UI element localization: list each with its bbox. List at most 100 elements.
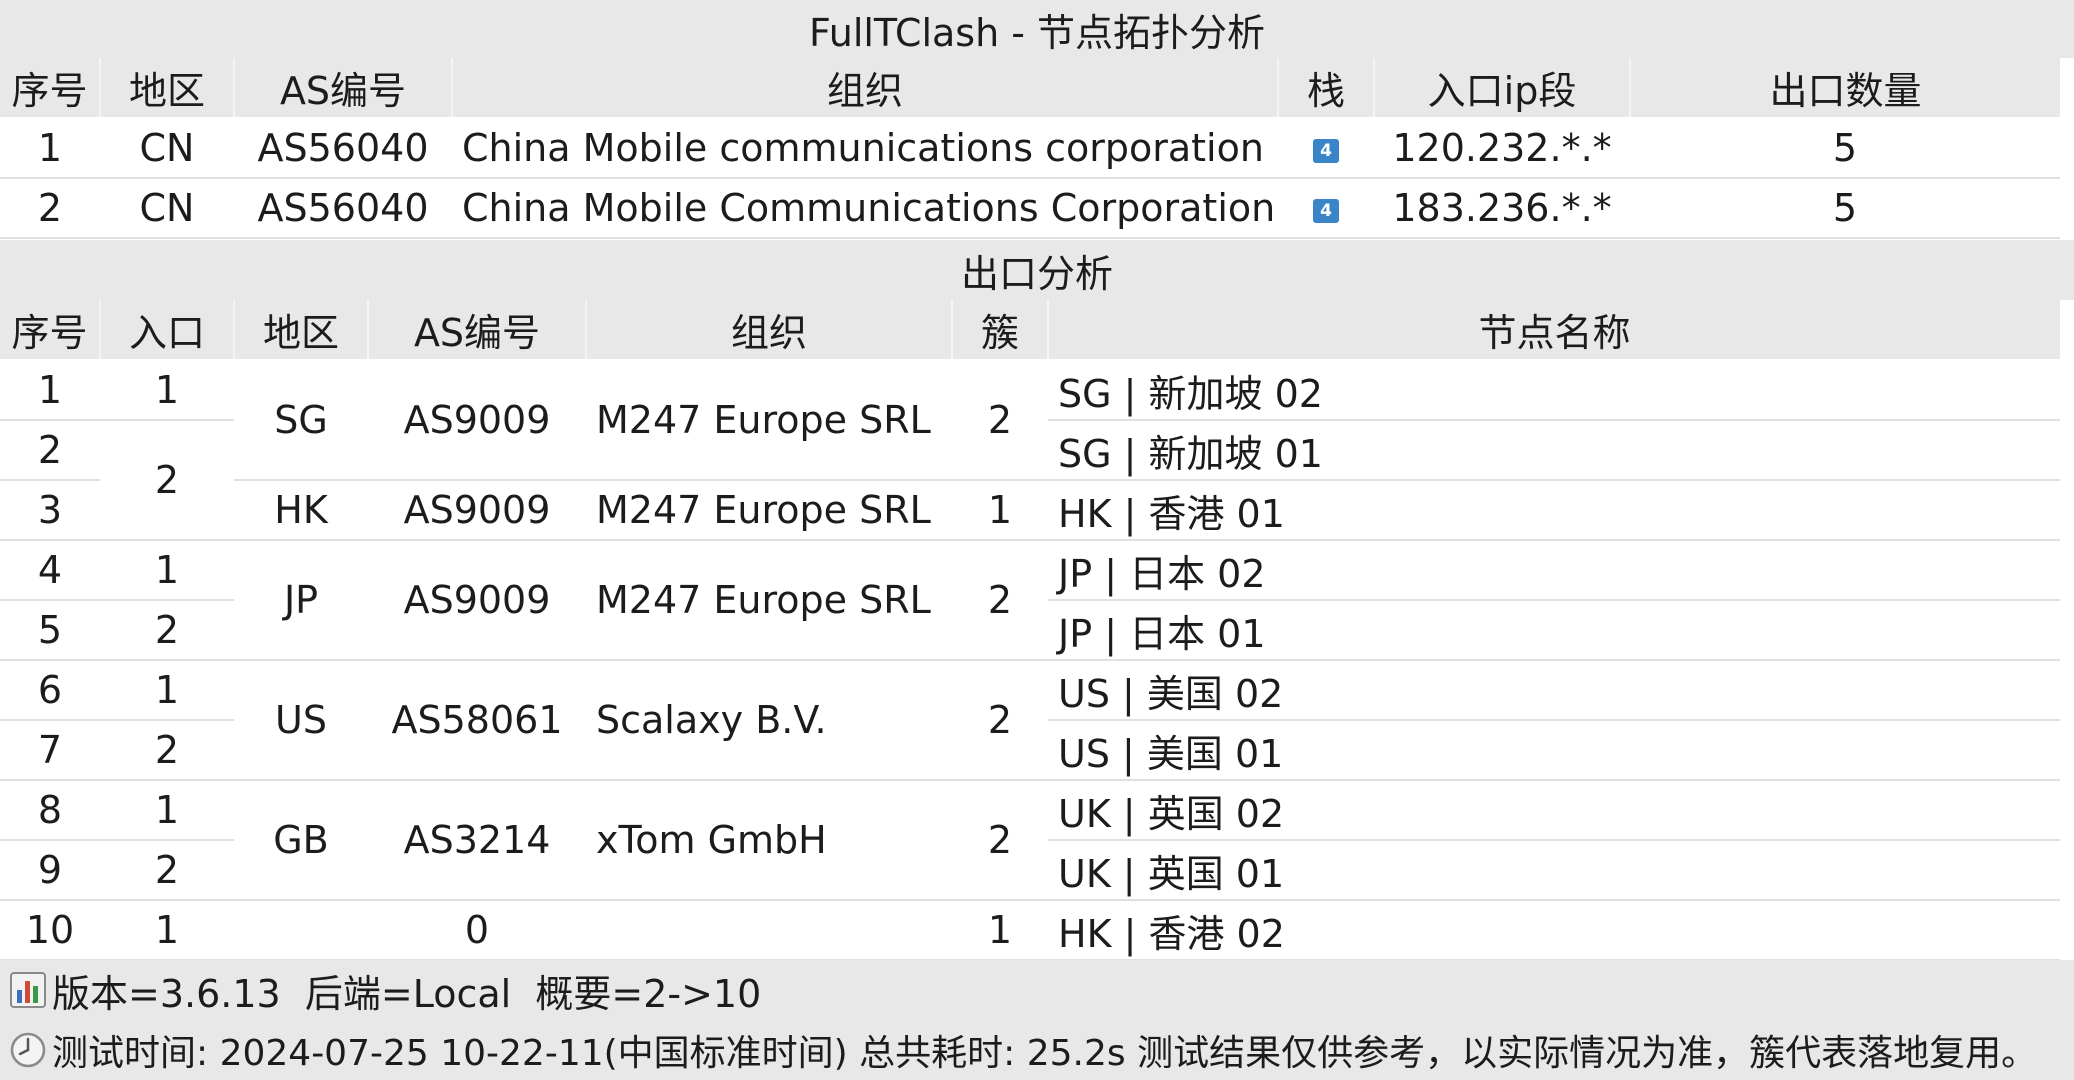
- exit-table: 序号 入口 地区 AS编号 组织 簇 节点名称 1 1 SG AS9009 M2…: [0, 300, 2060, 961]
- node-name-cell: HK | 香港 02: [1048, 900, 2060, 961]
- exit-section-title: 出口分析: [0, 240, 2074, 300]
- entry-cell: 2: [100, 600, 234, 661]
- region-cell: JP: [234, 540, 368, 661]
- entry-cell: 2: [100, 720, 234, 781]
- exit-header-row: 序号 入口 地区 AS编号 组织 簇 节点名称: [0, 300, 2060, 361]
- column-header: 入口ip段: [1374, 58, 1631, 119]
- topology-header-row: 序号 地区 AS编号 组织 栈 入口ip段 出口数量: [0, 58, 2060, 119]
- org-cell: M247 Europe SRL: [586, 360, 952, 481]
- row-number: 8: [0, 780, 100, 841]
- table-row: 4 1 JP AS9009 M247 Europe SRL 2 JP | 日本 …: [0, 540, 2060, 661]
- region-cell: GB: [234, 780, 368, 901]
- node-name-cell: UK | 英国 01: [1048, 840, 2060, 901]
- entry-cell: 2: [100, 420, 234, 541]
- node-name-cell: HK | 香港 01: [1048, 480, 2060, 541]
- cluster-cell: 1: [952, 900, 1048, 961]
- column-header: 出口数量: [1630, 58, 2060, 119]
- cluster-cell: 1: [952, 480, 1048, 541]
- column-header: 节点名称: [1048, 300, 2060, 361]
- org-cell: China Mobile communications corporation: [452, 118, 1278, 179]
- region-cell: SG: [234, 360, 368, 481]
- ip-segment-cell: 183.236.*.*: [1374, 178, 1630, 239]
- region-cell: US: [234, 660, 368, 781]
- ip-segment-cell: 120.232.*.*: [1374, 118, 1630, 179]
- asn-cell: AS9009: [368, 480, 586, 541]
- column-header: 入口: [100, 300, 235, 361]
- entry-cell: 1: [100, 780, 234, 841]
- row-number: 4: [0, 540, 100, 601]
- stack-cell: 4: [1278, 178, 1374, 239]
- asn-cell: AS56040: [234, 118, 452, 179]
- exit-count-cell: 5: [1630, 118, 2060, 179]
- asn-cell: AS9009: [368, 360, 586, 481]
- asn-cell: AS58061: [368, 660, 586, 781]
- asn-cell: AS56040: [234, 178, 452, 239]
- table-row: 8 1 GB AS3214 xTom GmbH 2 UK | 英国 02: [0, 780, 2060, 901]
- node-name-cell: UK | 英国 02: [1048, 780, 2060, 841]
- column-header: 地区: [234, 300, 369, 361]
- cluster-cell: 2: [952, 660, 1048, 781]
- exit-count-cell: 5: [1630, 178, 2060, 239]
- version-summary-text: 版本=3.6.13 后端=Local 概要=2->10: [52, 971, 762, 1016]
- test-time-footer: 测试时间: 2024-07-25 10-22-11(中国标准时间) 总共耗时: …: [0, 1020, 2074, 1080]
- column-header: 簇: [952, 300, 1049, 361]
- row-number: 1: [0, 118, 100, 179]
- row-number: 2: [0, 420, 100, 481]
- row-number: 6: [0, 660, 100, 721]
- entry-cell: 1: [100, 900, 234, 961]
- column-header: 组织: [452, 58, 1279, 119]
- page-title: FullTClash - 节点拓扑分析: [0, 0, 2074, 58]
- org-cell: M247 Europe SRL: [586, 540, 952, 661]
- stack-cell: 4: [1278, 118, 1374, 179]
- cluster-cell: 2: [952, 360, 1048, 481]
- entry-cell: 1: [100, 540, 234, 601]
- asn-cell: AS9009: [368, 540, 586, 661]
- row-number: 1: [0, 360, 100, 421]
- row-number: 2: [0, 178, 100, 239]
- row-number: 9: [0, 840, 100, 901]
- asn-cell: 0: [368, 900, 586, 961]
- table-row: 1 CN AS56040 China Mobile communications…: [0, 118, 2060, 179]
- node-name-cell: SG | 新加坡 01: [1048, 420, 2060, 481]
- ipv4-badge-icon: 4: [1313, 138, 1339, 163]
- topology-table: 序号 地区 AS编号 组织 栈 入口ip段 出口数量 1 CN AS56040 …: [0, 58, 2060, 239]
- column-header: AS编号: [368, 300, 587, 361]
- node-name-cell: JP | 日本 02: [1048, 540, 2060, 601]
- table-row: 2 CN AS56040 China Mobile Communications…: [0, 178, 2060, 239]
- org-cell: Scalaxy B.V.: [586, 660, 952, 781]
- org-cell: [586, 900, 952, 961]
- node-name-cell: US | 美国 02: [1048, 660, 2060, 721]
- column-header: 序号: [0, 300, 101, 361]
- entry-cell: 1: [100, 360, 234, 421]
- region-cell: [234, 900, 368, 961]
- org-cell: M247 Europe SRL: [586, 480, 952, 541]
- node-name-cell: JP | 日本 01: [1048, 600, 2060, 661]
- entry-cell: 2: [100, 840, 234, 901]
- region-cell: HK: [234, 480, 368, 541]
- region-cell: CN: [100, 178, 234, 239]
- table-row: 6 1 US AS58061 Scalaxy B.V. 2 US | 美国 02: [0, 660, 2060, 781]
- test-time-text: 测试时间: 2024-07-25 10-22-11(中国标准时间) 总共耗时: …: [52, 1033, 2038, 1074]
- table-row: 10 1 0 1 HK | 香港 02: [0, 900, 2060, 961]
- row-number: 10: [0, 900, 100, 961]
- cluster-cell: 2: [952, 780, 1048, 901]
- bar-chart-icon: [8, 970, 48, 1010]
- node-name-cell: US | 美国 01: [1048, 720, 2060, 781]
- org-cell: China Mobile Communications Corporation: [452, 178, 1278, 239]
- asn-cell: AS3214: [368, 780, 586, 901]
- ipv4-badge-icon: 4: [1313, 198, 1339, 223]
- column-header: 地区: [100, 58, 235, 119]
- table-row: 3 HK AS9009 M247 Europe SRL 1 HK | 香港 01: [0, 480, 2060, 541]
- column-header: 序号: [0, 58, 101, 119]
- node-name-cell: SG | 新加坡 02: [1048, 360, 2060, 421]
- row-number: 7: [0, 720, 100, 781]
- column-header: 栈: [1278, 58, 1375, 119]
- clock-icon: [8, 1030, 48, 1070]
- cluster-cell: 2: [952, 540, 1048, 661]
- row-number: 5: [0, 600, 100, 661]
- column-header: AS编号: [234, 58, 453, 119]
- row-number: 3: [0, 480, 100, 541]
- entry-cell: 1: [100, 660, 234, 721]
- table-row: 1 1 SG AS9009 M247 Europe SRL 2 SG | 新加坡…: [0, 360, 2060, 481]
- region-cell: CN: [100, 118, 234, 179]
